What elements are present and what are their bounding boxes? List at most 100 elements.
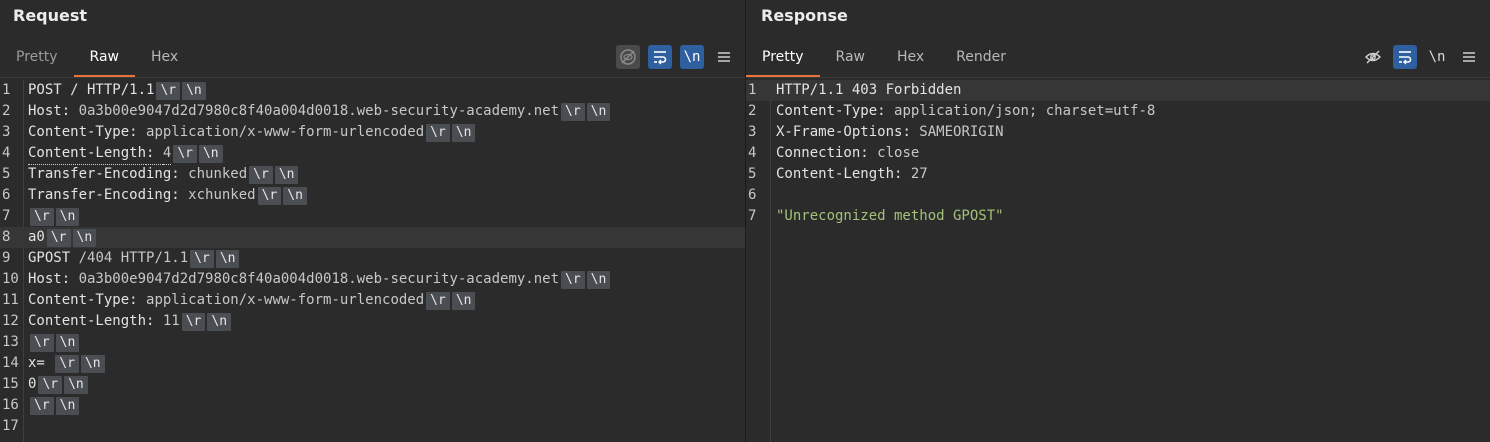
header-separator: : — [171, 187, 189, 203]
cr-marker: \r — [38, 375, 63, 394]
header-value: 0a3b00e9047d2d7980c8f40a004d0018.web-sec… — [78, 103, 560, 119]
request-code-line[interactable]: 9 GPOST /404 HTTP/1.1 \r \n — [0, 248, 745, 269]
request-code-line[interactable]: 3 Content-Type: application/x-www-form-ur… — [0, 122, 745, 143]
request-show-newlines-button[interactable]: \n — [680, 45, 704, 69]
header-value: xchunked — [188, 187, 256, 203]
request-tabs: Pretty Raw Hex — [0, 36, 194, 78]
header-separator: : — [129, 124, 147, 140]
response-code-line[interactable]: 7 "Unrecognized method GPOST" — [746, 206, 1490, 227]
response-tab-pretty[interactable]: Pretty — [746, 36, 820, 78]
request-code-line[interactable]: 11 Content-Type: application/x-www-form-u… — [0, 290, 745, 311]
request-code-line[interactable]: 2 Host: 0a3b00e9047d2d7980c8f40a004d0018.… — [0, 101, 745, 122]
header-name: Content-Type — [28, 292, 130, 308]
header-separator: : — [894, 166, 911, 182]
response-menu-button[interactable] — [1457, 45, 1481, 69]
response-code-line[interactable]: 5 Content-Length: 27 — [746, 164, 1490, 185]
line-number: 10 — [2, 271, 19, 287]
lf-marker: \n — [451, 123, 476, 142]
request-editor[interactable]: 1 POST / HTTP/1.1 \r \n 2 Host: 0a3b00e9047d2… — [0, 80, 745, 442]
request-code-line[interactable]: 8 a0 \r \n — [0, 227, 745, 248]
line-content: Host: 0a3b00e9047d2d7980c8f40a004d0018.w… — [28, 101, 611, 122]
response-code-line[interactable]: 6 — [746, 185, 1490, 206]
lf-marker: \n — [64, 375, 88, 394]
lf-marker: \n — [586, 270, 611, 289]
request-code-line[interactable]: 7 \r \n — [0, 206, 745, 227]
header-name: POST / HTTP/1.1 — [28, 82, 155, 98]
cr-marker: \r — [156, 81, 181, 100]
response-hide-nonprintable-button[interactable] — [1361, 45, 1385, 69]
request-hide-nonprintable-button[interactable] — [616, 45, 640, 69]
request-code-line[interactable]: 12 Content-Length: 11 \r \n — [0, 311, 745, 332]
request-menu-button[interactable] — [712, 45, 736, 69]
lf-marker: \n — [215, 249, 240, 268]
request-code-line[interactable]: 5 Transfer-Encoding: chunked \r \n — [0, 164, 745, 185]
line-content: Transfer-Encoding: xchunked \r \n — [28, 185, 307, 206]
request-code-line[interactable]: 4 Content-Length: 4 \r \n — [0, 143, 745, 165]
line-number: 4 — [2, 145, 11, 161]
response-tab-render[interactable]: Render — [940, 36, 1022, 78]
line-content: GPOST /404 HTTP/1.1 \r \n — [28, 248, 240, 269]
cr-marker: \r — [30, 333, 54, 352]
cr-marker: \r — [426, 291, 450, 310]
response-toolbar: \n — [1361, 45, 1481, 69]
line-number: 8 — [2, 229, 11, 245]
request-code-line[interactable]: 15 0 \r \n — [0, 374, 745, 395]
response-tab-rule — [746, 77, 1490, 78]
response-code-line[interactable]: 4 Connection: close — [746, 143, 1490, 164]
line-content: a0 \r \n — [28, 227, 97, 248]
header-name: a0 — [28, 229, 45, 245]
line-number: 17 — [2, 418, 19, 434]
line-content: x= \r \n — [28, 353, 105, 374]
request-code-line[interactable]: 6 Transfer-Encoding: xchunked \r \n — [0, 185, 745, 206]
lf-marker: \n — [451, 291, 476, 310]
line-content: Transfer-Encoding: chunked \r \n — [28, 164, 299, 185]
request-code-line[interactable]: 17 — [0, 416, 745, 437]
header-name: 0 — [28, 376, 37, 392]
newline-label: \n — [1428, 49, 1446, 65]
header-value: 27 — [910, 166, 928, 182]
cr-marker: \r — [46, 228, 71, 247]
lf-marker: \n — [182, 81, 206, 100]
response-editor[interactable]: 1 HTTP/1.1 403 Forbidden 2 Content-Type: ap… — [746, 80, 1490, 442]
request-code-line[interactable]: 16 \r \n — [0, 395, 745, 416]
lf-marker: \n — [586, 102, 611, 121]
header-value: chunked — [188, 166, 248, 182]
request-wrap-lines-button[interactable] — [648, 45, 672, 69]
line-content: Content-Length: 4 \r \n — [28, 143, 223, 165]
request-code-line[interactable]: 13 \r \n — [0, 332, 745, 353]
response-tab-hex[interactable]: Hex — [881, 36, 940, 78]
header-name: Connection — [776, 145, 861, 161]
request-tab-hex[interactable]: Hex — [135, 36, 194, 78]
response-tab-raw[interactable]: Raw — [820, 36, 881, 78]
lf-marker: \n — [207, 312, 232, 331]
line-number: 7 — [748, 208, 757, 224]
line-number: 12 — [2, 313, 19, 329]
response-show-newlines-button[interactable]: \n — [1425, 45, 1449, 69]
header-name: Content-Length — [28, 143, 147, 165]
request-code-line[interactable]: 1 POST / HTTP/1.1 \r \n — [0, 80, 745, 101]
cr-marker: \r — [30, 396, 54, 415]
response-code-line[interactable]: 3 X-Frame-Options: SAMEORIGIN — [746, 122, 1490, 143]
request-tab-pretty[interactable]: Pretty — [0, 36, 74, 78]
line-content: X-Frame-Options: SAMEORIGIN — [776, 122, 1004, 143]
header-name: HTTP/1.1 403 Forbidden — [776, 82, 962, 98]
eye-slash-icon — [1365, 50, 1381, 64]
response-code-line[interactable]: 2 Content-Type: application/json; charset… — [746, 101, 1490, 122]
request-code-line[interactable]: 10 Host: 0a3b00e9047d2d7980c8f40a004d0018… — [0, 269, 745, 290]
header-value: 4 — [162, 143, 172, 165]
eye-slash-icon — [620, 49, 636, 65]
lf-marker: \n — [55, 207, 80, 226]
header-name: x= — [28, 355, 45, 371]
response-code-line[interactable]: 1 HTTP/1.1 403 Forbidden — [746, 80, 1490, 101]
response-tabs: Pretty Raw Hex Render — [746, 36, 1022, 78]
header-value: application/x-www-form-urlencoded — [146, 292, 425, 308]
header-separator: : — [146, 143, 163, 165]
request-code-line[interactable]: 14 x= \r \n — [0, 353, 745, 374]
response-wrap-lines-button[interactable] — [1393, 45, 1417, 69]
request-tab-raw[interactable]: Raw — [73, 36, 136, 78]
header-value: application/json; charset=utf-8 — [894, 103, 1156, 119]
header-value: 0a3b00e9047d2d7980c8f40a004d0018.web-sec… — [78, 271, 560, 287]
hamburger-menu-icon — [1463, 52, 1475, 62]
cr-marker: \r — [426, 123, 450, 142]
request-title: Request — [13, 6, 88, 25]
